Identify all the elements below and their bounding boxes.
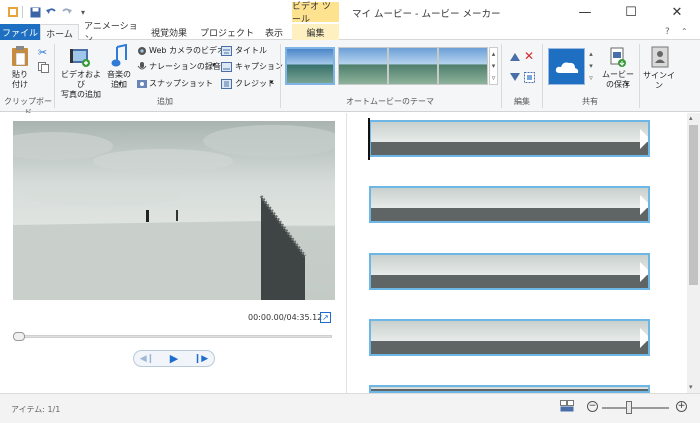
- app-icon: [6, 5, 20, 19]
- video-tools-context-title: ビデオ ツール: [292, 2, 339, 25]
- storyboard-clip[interactable]: [369, 253, 650, 290]
- copy-icon[interactable]: [38, 62, 49, 76]
- automovie-group-label: オートムービーのテーマ: [346, 97, 434, 106]
- tab-animation[interactable]: アニメーション: [84, 22, 140, 45]
- group-separator: [501, 44, 502, 108]
- share-group-label: 共有: [582, 97, 598, 106]
- group-separator: [280, 44, 281, 108]
- credits-dropdown-icon[interactable]: ▾: [270, 78, 274, 86]
- zoom-slider-thumb[interactable]: [626, 401, 633, 414]
- play-icon[interactable]: ▶: [161, 351, 187, 366]
- undo-icon[interactable]: [44, 5, 58, 19]
- group-separator: [542, 44, 543, 108]
- add-music-dropdown-icon[interactable]: ▾: [118, 80, 122, 88]
- microphone-icon: [137, 62, 147, 75]
- minimize-button[interactable]: —: [562, 0, 608, 24]
- add-videos-photos-button[interactable]: ビデオおよび 写真の追加: [58, 70, 104, 100]
- tab-project[interactable]: プロジェクト: [199, 24, 255, 40]
- storyboard-view-icon[interactable]: [560, 400, 574, 415]
- close-button[interactable]: ✕: [654, 0, 700, 24]
- credits-icon: [221, 79, 232, 92]
- caption-button[interactable]: キャプション: [235, 61, 283, 72]
- scroll-down-icon[interactable]: ▾: [689, 383, 693, 391]
- scrollbar-thumb[interactable]: [689, 125, 698, 285]
- tab-file[interactable]: ファイル: [0, 24, 40, 40]
- cut-icon[interactable]: ✂: [38, 46, 47, 59]
- tab-home[interactable]: ホーム: [40, 24, 79, 41]
- qat-divider: [22, 6, 23, 18]
- storyboard-clip[interactable]: [369, 385, 650, 393]
- item-count: アイテム: 1/1: [11, 405, 61, 414]
- remove-icon[interactable]: ✕: [524, 49, 534, 63]
- sign-in-button[interactable]: サインイン: [640, 71, 678, 91]
- add-videos-photos-icon[interactable]: [69, 46, 91, 71]
- next-frame-icon[interactable]: ❙▶: [188, 351, 214, 366]
- webcam-video-button[interactable]: Web カメラのビデオ: [149, 45, 225, 56]
- share-gallery-scroll[interactable]: ▴ ▾ ▿: [587, 48, 595, 85]
- collapse-ribbon-icon[interactable]: ⌃: [681, 27, 688, 36]
- save-movie-icon[interactable]: [609, 46, 627, 71]
- editing-group-label: 編集: [514, 97, 530, 106]
- save-movie-button[interactable]: ムービー の保存: [600, 70, 636, 90]
- playhead[interactable]: [368, 118, 370, 160]
- group-separator: [54, 44, 55, 108]
- qat-customize-icon[interactable]: ▾: [76, 5, 90, 19]
- zoom-in-icon[interactable]: +: [676, 401, 687, 412]
- automovie-theme-fade[interactable]: [388, 47, 438, 85]
- scroll-up-icon[interactable]: ▴: [689, 114, 693, 122]
- automovie-theme-pan-zoom[interactable]: [438, 47, 488, 85]
- zoom-out-icon[interactable]: −: [587, 401, 598, 412]
- save-icon[interactable]: [28, 5, 42, 19]
- title-icon: [221, 46, 232, 59]
- onedrive-icon: [555, 62, 578, 73]
- record-narration-button[interactable]: ナレーションの録音: [149, 61, 221, 72]
- snapshot-button[interactable]: スナップショット: [149, 78, 213, 89]
- maximize-button[interactable]: ☐: [608, 0, 654, 24]
- video-frame: [13, 125, 335, 300]
- select-all-icon[interactable]: [524, 72, 535, 86]
- themes-gallery-scroll[interactable]: ▴ ▾ ▿: [489, 47, 498, 85]
- paste-button[interactable]: 貼り 付け: [6, 70, 34, 90]
- tab-visual-effects[interactable]: 視覚効果: [146, 24, 192, 40]
- tab-view[interactable]: 表示: [261, 24, 287, 40]
- paste-icon[interactable]: [11, 45, 29, 70]
- title-button[interactable]: タイトル: [235, 45, 267, 56]
- add-music-icon[interactable]: [110, 43, 128, 71]
- rotate-left-icon[interactable]: [509, 52, 521, 65]
- zoom-slider[interactable]: [602, 407, 669, 409]
- onedrive-share-button[interactable]: [548, 48, 585, 85]
- automovie-theme-default[interactable]: [285, 47, 335, 85]
- time-readout: 00:00.00/04:35.12: [248, 313, 323, 322]
- previous-frame-icon[interactable]: ◀❙: [134, 351, 160, 366]
- webcam-icon: [137, 46, 147, 59]
- automovie-theme-contemporary[interactable]: [338, 47, 388, 85]
- sign-in-icon[interactable]: [651, 46, 669, 71]
- rotate-right-icon[interactable]: [509, 72, 521, 85]
- pop-out-preview-icon[interactable]: ↗: [320, 312, 331, 323]
- storyboard-clip[interactable]: [369, 319, 650, 356]
- window-title: マイ ムービー - ムービー メーカー: [352, 9, 501, 20]
- narration-dropdown-icon[interactable]: ▾: [212, 61, 216, 69]
- snapshot-icon: [137, 79, 147, 91]
- storyboard-clip[interactable]: [369, 186, 650, 223]
- seek-thumb[interactable]: [13, 332, 25, 341]
- credits-button[interactable]: クレジット: [235, 78, 275, 89]
- tab-edit[interactable]: 編集: [292, 24, 339, 40]
- video-preview[interactable]: [13, 121, 335, 300]
- help-icon[interactable]: ?: [665, 27, 670, 37]
- caption-icon: [221, 62, 232, 75]
- seek-bar[interactable]: [14, 335, 332, 338]
- save-movie-dropdown-icon[interactable]: ▾: [625, 80, 629, 88]
- storyboard-clip[interactable]: [369, 120, 650, 157]
- add-group-label: 追加: [157, 97, 173, 106]
- redo-icon[interactable]: [60, 5, 74, 19]
